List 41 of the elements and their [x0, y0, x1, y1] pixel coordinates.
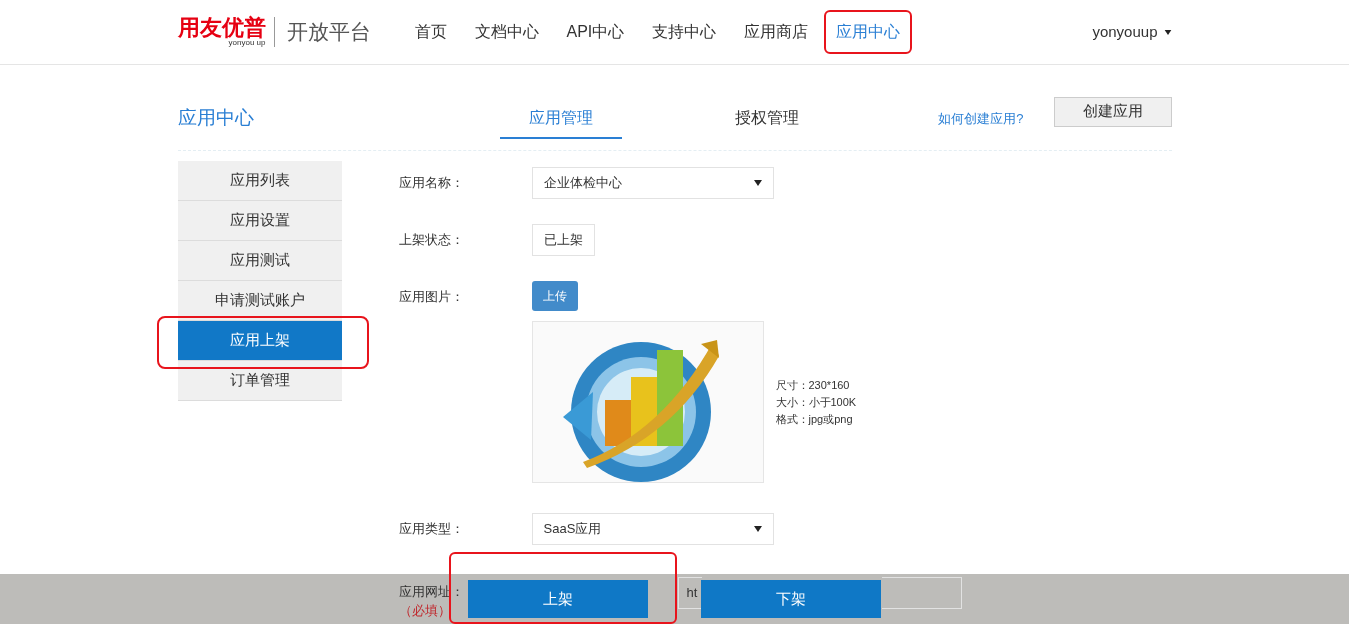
field-label: 应用图片：	[398, 288, 465, 306]
select-value: SaaS应用	[543, 520, 602, 539]
caret-icon	[1163, 29, 1172, 35]
sidebar-item[interactable]: 应用设置	[177, 201, 342, 241]
sidebar-item[interactable]: 应用列表	[177, 161, 342, 201]
logo-subtitle: yonyou up	[228, 39, 266, 47]
sidebar-item[interactable]: 申请测试账户	[177, 281, 342, 321]
nav-link[interactable]: 首页	[402, 10, 459, 54]
sidebar-item[interactable]: 订单管理	[177, 361, 342, 401]
caret-icon	[753, 180, 762, 186]
image-requirement: 大小：小于100K	[775, 394, 857, 410]
select-value: 企业体检中心	[543, 174, 622, 193]
nav-link[interactable]: API中心	[554, 10, 637, 54]
action-button[interactable]: 上架	[468, 580, 648, 618]
app-name-select[interactable]: 企业体检中心	[531, 167, 774, 199]
platform-title: 开放平台	[286, 19, 371, 46]
sidebar-item[interactable]: 应用上架	[177, 321, 342, 361]
field-label: 应用网址：	[398, 583, 464, 601]
section-title: 应用中心	[177, 106, 255, 131]
status-value: 已上架	[531, 224, 595, 256]
upload-button[interactable]: 上传	[531, 281, 578, 311]
help-link[interactable]: 如何创建应用?	[938, 108, 1024, 129]
tab[interactable]: 授权管理	[705, 98, 828, 139]
image-requirement: 尺寸：230*160	[775, 377, 851, 393]
nav-link[interactable]: 应用商店	[732, 10, 821, 54]
nav-link[interactable]: 文档中心	[462, 10, 551, 54]
image-requirement: 格式：jpg或png	[775, 411, 854, 427]
action-button[interactable]: 下架	[701, 580, 881, 618]
sidebar-item[interactable]: 应用测试	[177, 241, 342, 281]
field-label: 上架状态：	[398, 231, 465, 250]
caret-icon	[753, 526, 762, 532]
tab[interactable]: 应用管理	[499, 98, 622, 139]
field-label: 应用名称：	[398, 174, 465, 193]
create-app-button[interactable]: 创建应用	[1053, 96, 1172, 127]
logo-text: 用友优普	[177, 17, 266, 39]
user-menu[interactable]: yonyouup	[1092, 20, 1158, 44]
nav-link[interactable]: 应用中心	[824, 10, 913, 54]
field-label: 应用类型：	[398, 520, 465, 539]
app-type-select[interactable]: SaaS应用	[531, 513, 774, 545]
nav-link[interactable]: 支持中心	[640, 10, 729, 54]
required-note: （必填）	[398, 602, 451, 618]
